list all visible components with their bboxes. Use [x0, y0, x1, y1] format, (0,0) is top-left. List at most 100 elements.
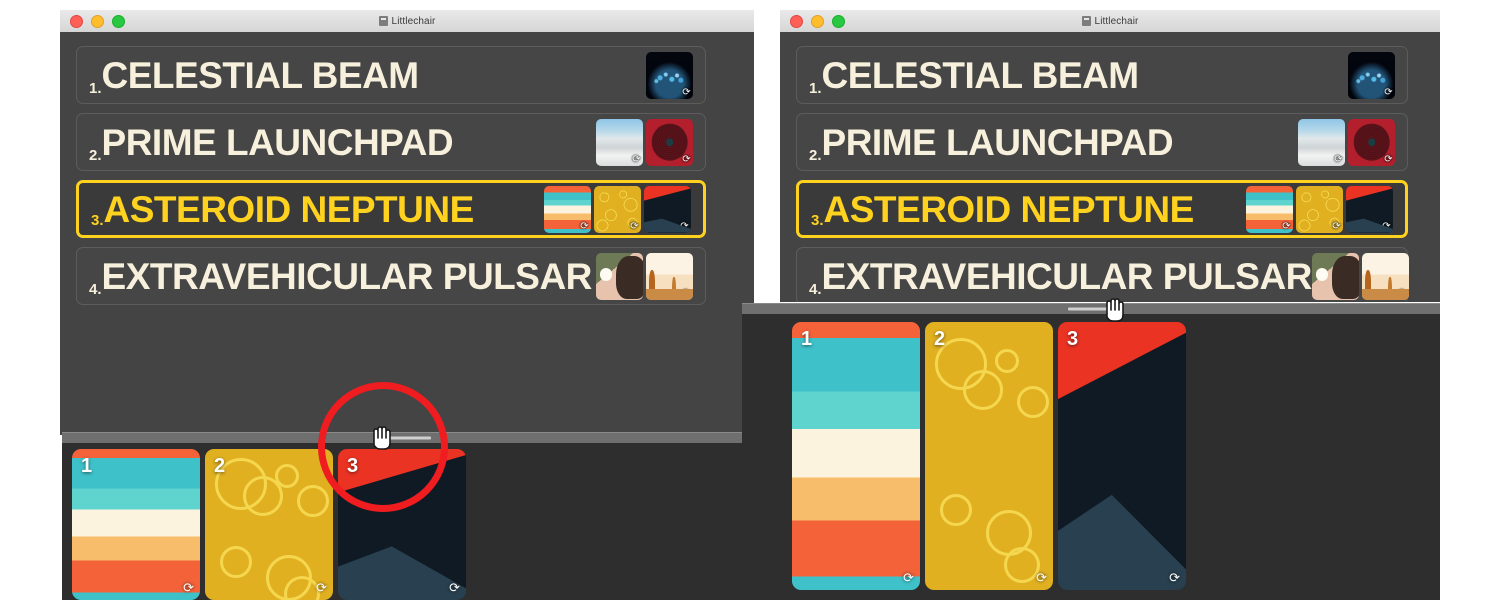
- titlebar-right[interactable]: Littlechair: [780, 10, 1440, 33]
- rotate-icon[interactable]: ⟳: [631, 154, 642, 165]
- list-row[interactable]: 1. CELESTIAL BEAM ⟳: [76, 46, 706, 104]
- red-circle-highlight: [318, 382, 448, 512]
- list-row-number: 4.: [89, 281, 102, 298]
- bubble-decoration: [995, 348, 1020, 373]
- bubble-decoration: [297, 485, 330, 518]
- card-panel-right[interactable]: 1 ⟳ 2 ⟳ 3 ⟳: [742, 314, 1440, 600]
- list-row-title: EXTRAVEHICULAR PULSAR: [101, 255, 593, 297]
- traffic-lights-right[interactable]: [790, 14, 845, 28]
- thumbnail-gold-bubbles[interactable]: ⟳: [594, 185, 641, 233]
- list-row[interactable]: 3. ASTEROID NEPTUNE ⟳ ⟳ ⟳: [796, 180, 1408, 238]
- thumbnail-sky-clouds[interactable]: ⟳: [1298, 118, 1345, 166]
- card-number: 1: [81, 455, 93, 477]
- card-number: 1: [801, 328, 813, 350]
- rotate-icon[interactable]: ⟳: [579, 221, 590, 232]
- thumbnail-vinyl-record[interactable]: ⟳: [646, 118, 693, 166]
- thumbnail-wave-stripes[interactable]: ⟳: [1246, 185, 1293, 233]
- card[interactable]: 3 ⟳: [1058, 322, 1186, 590]
- thumbnail-desert-cactus[interactable]: ⟳: [646, 252, 693, 300]
- list-row-title: EXTRAVEHICULAR PULSAR: [821, 255, 1313, 297]
- list-row-thumbnails: ⟳: [1348, 51, 1395, 99]
- rotate-icon[interactable]: ⟳: [679, 221, 690, 232]
- list-row[interactable]: 1. CELESTIAL BEAM ⟳: [796, 46, 1408, 104]
- thumbnail-vinyl-record[interactable]: ⟳: [1348, 118, 1395, 166]
- rotate-icon[interactable]: ⟳: [1383, 87, 1394, 98]
- rotate-icon[interactable]: ⟳: [1169, 570, 1180, 586]
- rotate-icon[interactable]: ⟳: [1281, 221, 1292, 232]
- rotate-icon[interactable]: ⟳: [1331, 221, 1342, 232]
- bubble-decoration: [1004, 547, 1041, 584]
- window-right[interactable]: Littlechair 1. CELESTIAL BEAM ⟳ 2. PRIME LAU…: [780, 10, 1440, 302]
- rotate-icon[interactable]: ⟳: [631, 288, 642, 299]
- blue-shape: [338, 546, 466, 600]
- thumbnail-night-sky[interactable]: ⟳: [1348, 51, 1395, 99]
- list-row[interactable]: 4. EXTRAVEHICULAR PULSAR ⟳ ⟳: [796, 247, 1409, 302]
- rotate-icon[interactable]: ⟳: [1397, 288, 1408, 299]
- rotate-icon[interactable]: ⟳: [903, 570, 914, 586]
- app-icon: [378, 16, 388, 26]
- thumbnail-gold-bubbles[interactable]: ⟳: [1296, 185, 1343, 233]
- card-number: 2: [934, 328, 946, 350]
- list-row[interactable]: 2. PRIME LAUNCHPAD ⟳ ⟳: [796, 113, 1408, 171]
- rotate-icon[interactable]: ⟳: [183, 580, 194, 596]
- bubble-decoration: [284, 575, 321, 600]
- rotate-icon[interactable]: ⟳: [629, 221, 640, 232]
- minimize-button[interactable]: [91, 14, 104, 28]
- thumbnail-wave-stripes[interactable]: ⟳: [544, 185, 591, 233]
- list-row-number: 3.: [811, 212, 824, 229]
- window-title-right: Littlechair: [780, 10, 1440, 32]
- minimize-button[interactable]: [811, 14, 824, 28]
- list-row-number: 1.: [809, 80, 822, 97]
- bubble-decoration: [963, 370, 1004, 411]
- window-title-text: Littlechair: [1094, 15, 1139, 27]
- list-pane-right[interactable]: 1. CELESTIAL BEAM ⟳ 2. PRIME LAUNCHPAD ⟳ ⟳ 3. AS…: [780, 32, 1440, 302]
- list-pane-left[interactable]: 1. CELESTIAL BEAM ⟳ 2. PRIME LAUNCHPAD ⟳ ⟳ 3. AS…: [60, 32, 754, 435]
- bubble-decoration: [940, 493, 973, 526]
- close-button[interactable]: [70, 14, 83, 28]
- thumbnail-girl-dandelion[interactable]: ⟳: [596, 252, 643, 300]
- rotate-icon[interactable]: ⟳: [449, 580, 460, 596]
- card-number: 3: [1067, 328, 1079, 350]
- rotate-icon[interactable]: ⟳: [316, 580, 327, 596]
- card[interactable]: 2 ⟳: [205, 449, 333, 600]
- close-button[interactable]: [790, 14, 803, 28]
- rotate-icon[interactable]: ⟳: [1383, 154, 1394, 165]
- card-number: 2: [214, 455, 226, 477]
- maximize-button[interactable]: [112, 14, 125, 28]
- list-row-thumbnails: ⟳ ⟳ ⟳: [544, 185, 691, 233]
- list-row[interactable]: 2. PRIME LAUNCHPAD ⟳ ⟳: [76, 113, 706, 171]
- rotate-icon[interactable]: ⟳: [1333, 154, 1344, 165]
- rotate-icon[interactable]: ⟳: [681, 87, 692, 98]
- traffic-lights-left[interactable]: [70, 14, 125, 28]
- card[interactable]: 1 ⟳: [72, 449, 200, 600]
- thumbnail-sky-clouds[interactable]: ⟳: [596, 118, 643, 166]
- bubble-decoration: [1017, 386, 1050, 419]
- maximize-button[interactable]: [832, 14, 845, 28]
- list-row-number: 4.: [809, 281, 822, 298]
- list-row[interactable]: 4. EXTRAVEHICULAR PULSAR ⟳ ⟳: [76, 247, 706, 305]
- thumbnail-dark-landscape[interactable]: ⟳: [644, 185, 691, 233]
- rotate-icon[interactable]: ⟳: [1036, 570, 1047, 586]
- thumbnail-desert-cactus[interactable]: ⟳: [1361, 252, 1409, 300]
- titlebar-left[interactable]: Littlechair: [60, 10, 754, 33]
- list-row-thumbnails: ⟳ ⟳ ⟳: [1246, 185, 1393, 233]
- window-left[interactable]: Littlechair 1. CELESTIAL BEAM ⟳ 2. PRIME LAU…: [60, 10, 754, 435]
- list-row-number: 3.: [91, 212, 104, 229]
- bubble-decoration: [275, 464, 300, 489]
- card[interactable]: 1 ⟳: [792, 322, 920, 590]
- rotate-icon[interactable]: ⟳: [681, 288, 692, 299]
- list-row-number: 2.: [809, 147, 822, 164]
- list-row-title: CELESTIAL BEAM: [821, 54, 1140, 96]
- window-title-left: Littlechair: [60, 10, 754, 32]
- list-row-title: ASTEROID NEPTUNE: [103, 188, 475, 230]
- list-row-title: ASTEROID NEPTUNE: [823, 188, 1195, 230]
- rotate-icon[interactable]: ⟳: [681, 154, 692, 165]
- list-row[interactable]: 3. ASTEROID NEPTUNE ⟳ ⟳ ⟳: [76, 180, 706, 238]
- thumbnail-girl-dandelion[interactable]: ⟳: [1311, 252, 1359, 300]
- drag-grip[interactable]: [1068, 307, 1114, 311]
- thumbnail-dark-landscape[interactable]: ⟳: [1346, 185, 1393, 233]
- rotate-icon[interactable]: ⟳: [1381, 221, 1392, 232]
- thumbnail-night-sky[interactable]: ⟳: [646, 51, 693, 99]
- rotate-icon[interactable]: ⟳: [1347, 288, 1358, 299]
- card[interactable]: 2 ⟳: [925, 322, 1053, 590]
